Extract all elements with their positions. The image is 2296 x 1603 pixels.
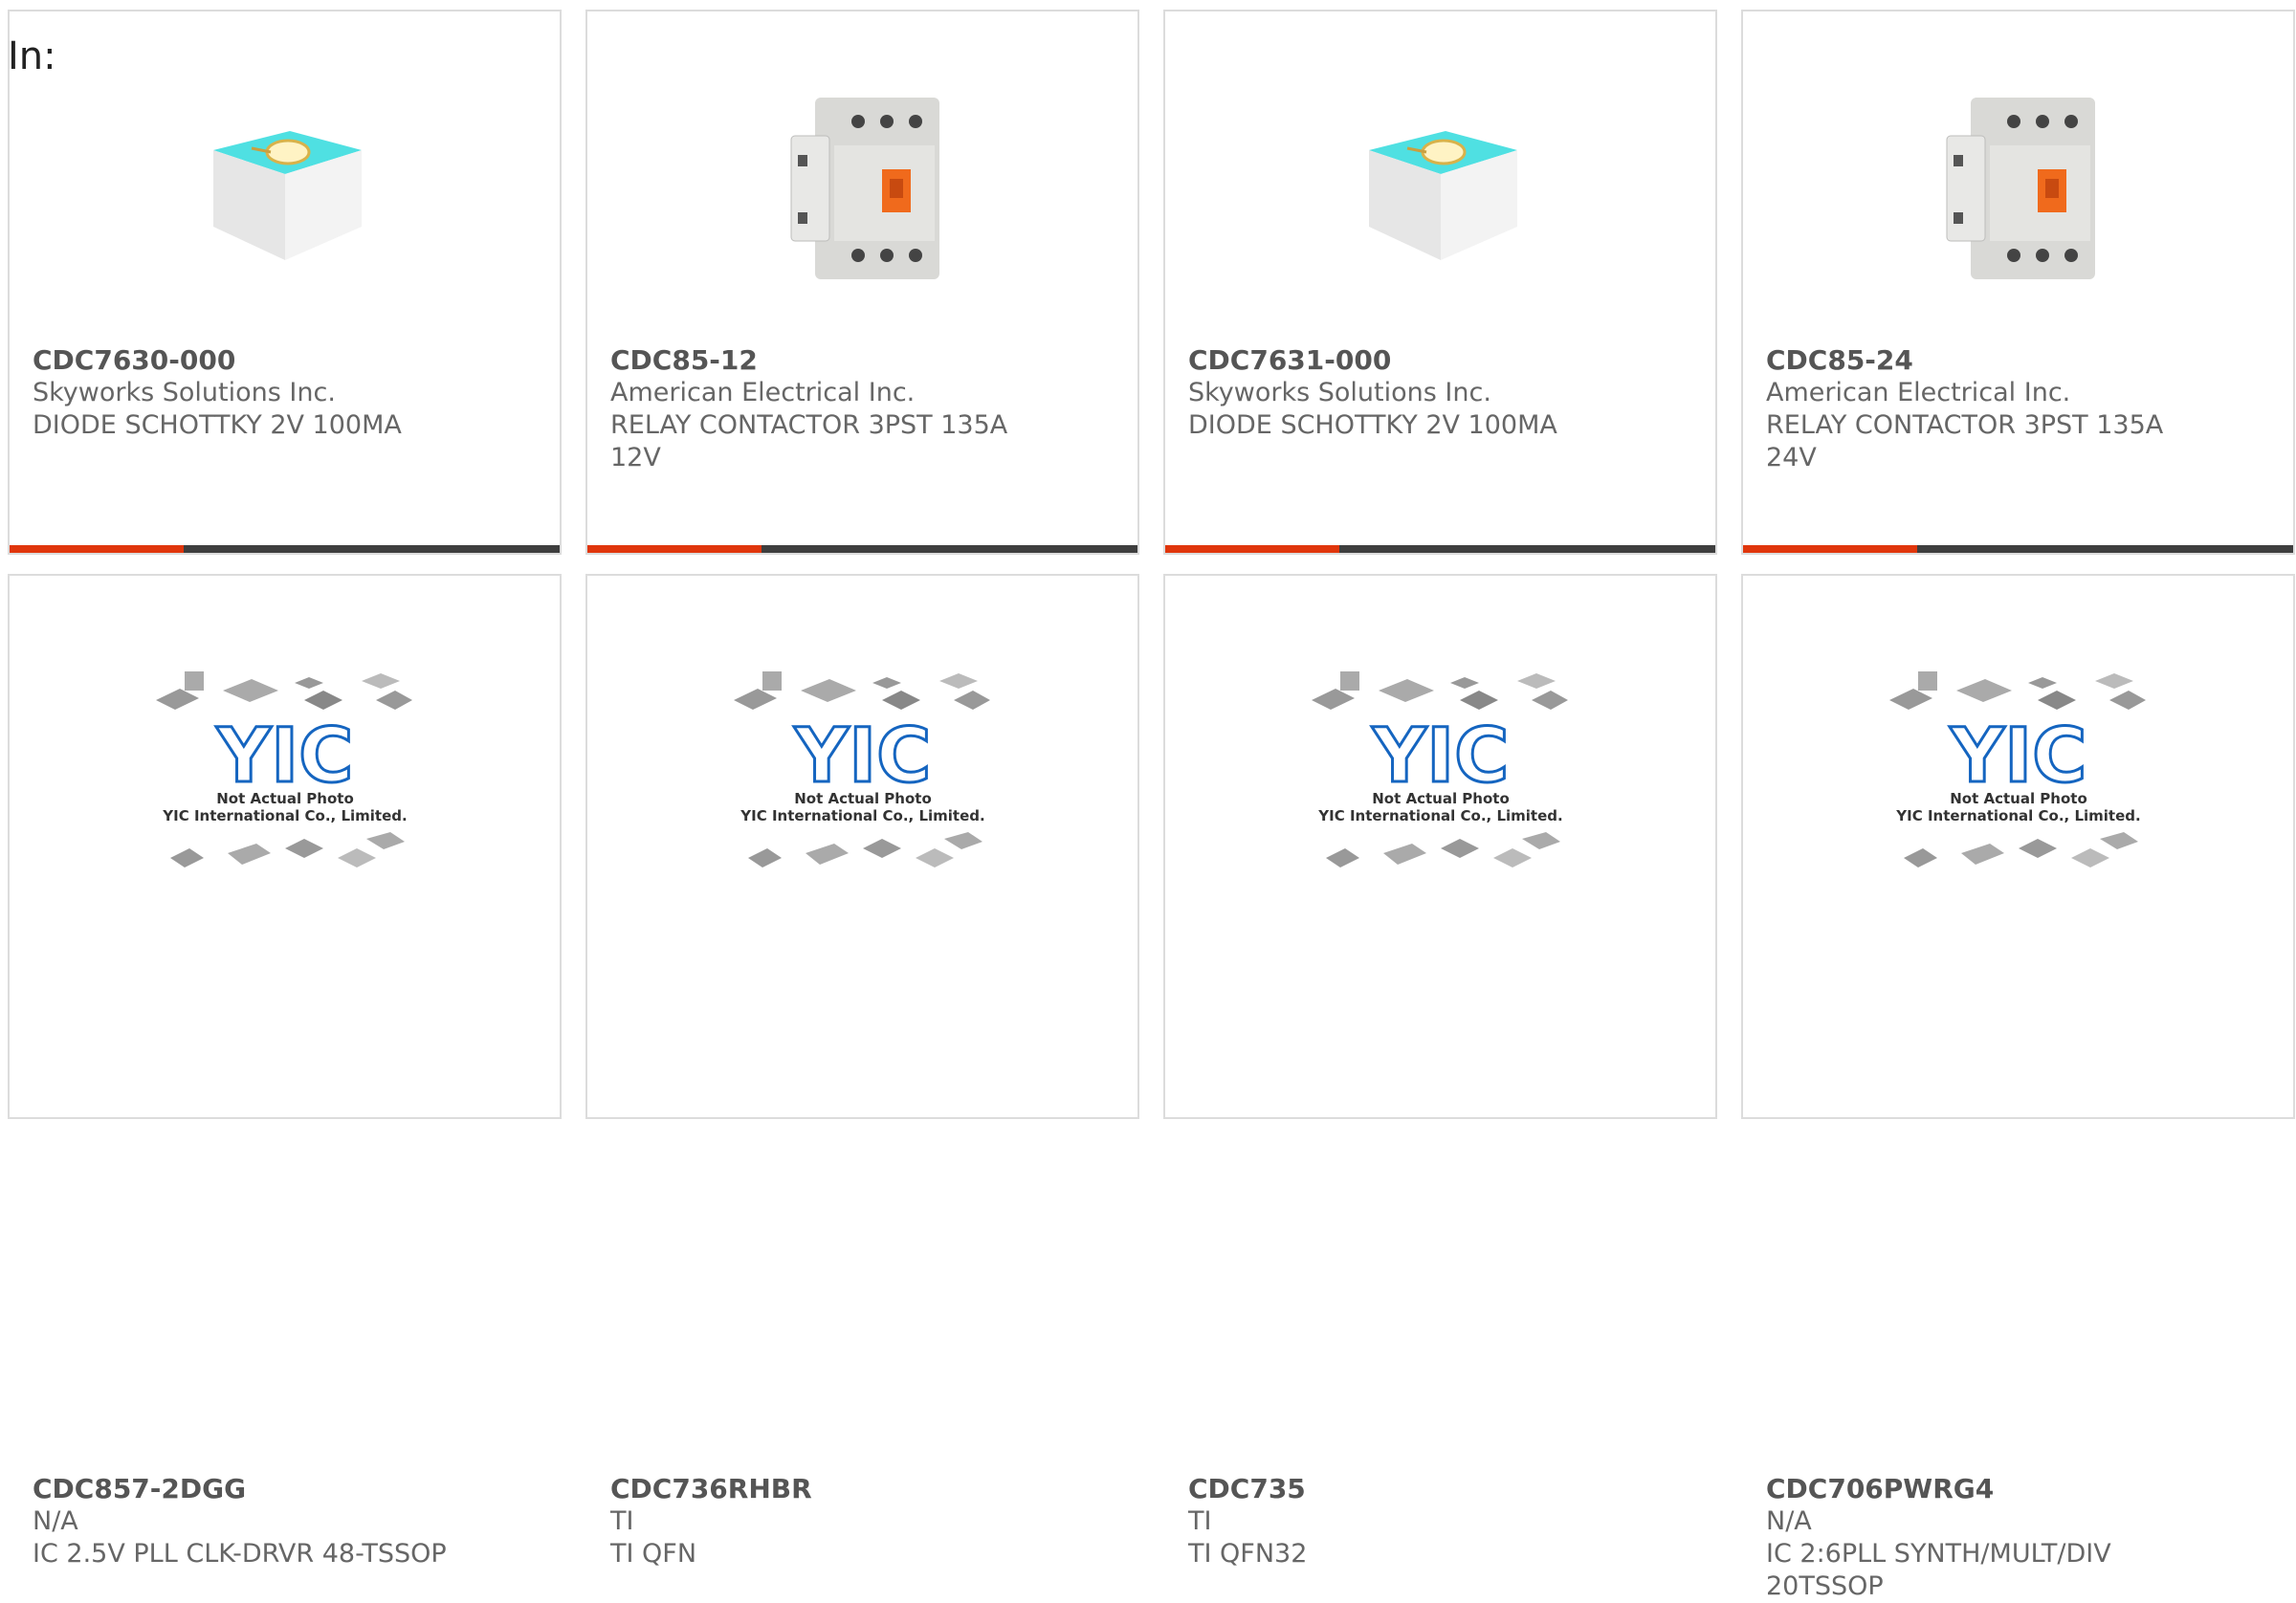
- product-card[interactable]: CDC7630-000 Skyworks Solutions Inc. DIOD…: [8, 10, 562, 555]
- placeholder-line2: YIC International Co., Limited.: [740, 807, 984, 824]
- manufacturer: N/A: [33, 1506, 78, 1536]
- description: TI QFN: [610, 1539, 697, 1569]
- placeholder-line2: YIC International Co., Limited.: [1895, 807, 2140, 824]
- contactor-icon: [587, 69, 1137, 298]
- diode-cube-icon: [10, 69, 560, 298]
- manufacturer: American Electrical Inc.: [1766, 378, 2071, 407]
- yic-placeholder-image: YIC Not Actual Photo YIC International C…: [587, 662, 1137, 891]
- part-number[interactable]: CDC85-12: [610, 344, 1115, 377]
- description: IC 2.5V PLL CLK-DRVR 48-TSSOP: [33, 1539, 447, 1569]
- product-card[interactable]: YIC Not Actual Photo YIC International C…: [1163, 574, 1717, 1569]
- description: IC 2:6PLL SYNTH/MULT/DIV 20TSSOP: [1766, 1539, 2111, 1601]
- yic-logo: YIC: [793, 714, 931, 800]
- yic-placeholder-image: YIC Not Actual Photo YIC International C…: [1165, 662, 1715, 891]
- product-card[interactable]: CDC85-24 American Electrical Inc. RELAY …: [1741, 10, 2295, 555]
- yic-placeholder-image: YIC Not Actual Photo YIC International C…: [10, 662, 560, 891]
- product-card[interactable]: CDC85-12 American Electrical Inc. RELAY …: [585, 10, 1139, 555]
- part-number[interactable]: CDC85-24: [1766, 344, 2270, 377]
- placeholder-line1: Not Actual Photo: [1372, 790, 1510, 807]
- contactor-icon: [1743, 69, 2293, 298]
- yic-logo: YIC: [1949, 714, 2086, 800]
- manufacturer: TI: [610, 1506, 634, 1536]
- part-number[interactable]: CDC7631-000: [1188, 344, 1692, 377]
- in-label: In:: [8, 34, 56, 78]
- part-number[interactable]: CDC857-2DGG: [33, 1473, 537, 1505]
- diode-cube-icon: [1165, 69, 1715, 298]
- card-accent-bar: [1743, 545, 2293, 553]
- placeholder-line1: Not Actual Photo: [794, 790, 932, 807]
- part-number[interactable]: CDC735: [1188, 1473, 1692, 1505]
- yic-logo: YIC: [215, 714, 353, 800]
- yic-placeholder-image: YIC Not Actual Photo YIC International C…: [1743, 662, 2293, 891]
- description: TI QFN32: [1188, 1539, 1308, 1569]
- placeholder-line1: Not Actual Photo: [1950, 790, 2087, 807]
- part-number[interactable]: CDC736RHBR: [610, 1473, 1115, 1505]
- manufacturer: Skyworks Solutions Inc.: [33, 378, 336, 407]
- placeholder-line2: YIC International Co., Limited.: [162, 807, 407, 824]
- description: DIODE SCHOTTKY 2V 100MA: [1188, 410, 1557, 440]
- placeholder-line1: Not Actual Photo: [216, 790, 354, 807]
- card-accent-bar: [1165, 545, 1715, 553]
- manufacturer: Skyworks Solutions Inc.: [1188, 378, 1491, 407]
- description: DIODE SCHOTTKY 2V 100MA: [33, 410, 402, 440]
- yic-logo: YIC: [1371, 714, 1509, 800]
- part-number[interactable]: CDC706PWRG4: [1766, 1473, 2270, 1505]
- card-accent-bar: [587, 545, 1137, 553]
- manufacturer: American Electrical Inc.: [610, 378, 916, 407]
- card-accent-bar: [10, 545, 560, 553]
- description: RELAY CONTACTOR 3PST 135A 12V: [610, 410, 1008, 472]
- manufacturer: TI: [1188, 1506, 1212, 1536]
- product-card[interactable]: YIC Not Actual Photo YIC International C…: [8, 574, 562, 1569]
- description: RELAY CONTACTOR 3PST 135A 24V: [1766, 410, 2164, 472]
- product-grid: CDC7630-000 Skyworks Solutions Inc. DIOD…: [0, 0, 2296, 1601]
- product-card[interactable]: CDC7631-000 Skyworks Solutions Inc. DIOD…: [1163, 10, 1717, 555]
- manufacturer: N/A: [1766, 1506, 1812, 1536]
- part-number[interactable]: CDC7630-000: [33, 344, 537, 377]
- placeholder-line2: YIC International Co., Limited.: [1317, 807, 1562, 824]
- product-card[interactable]: YIC Not Actual Photo YIC International C…: [585, 574, 1139, 1569]
- product-card[interactable]: YIC Not Actual Photo YIC International C…: [1741, 574, 2295, 1601]
